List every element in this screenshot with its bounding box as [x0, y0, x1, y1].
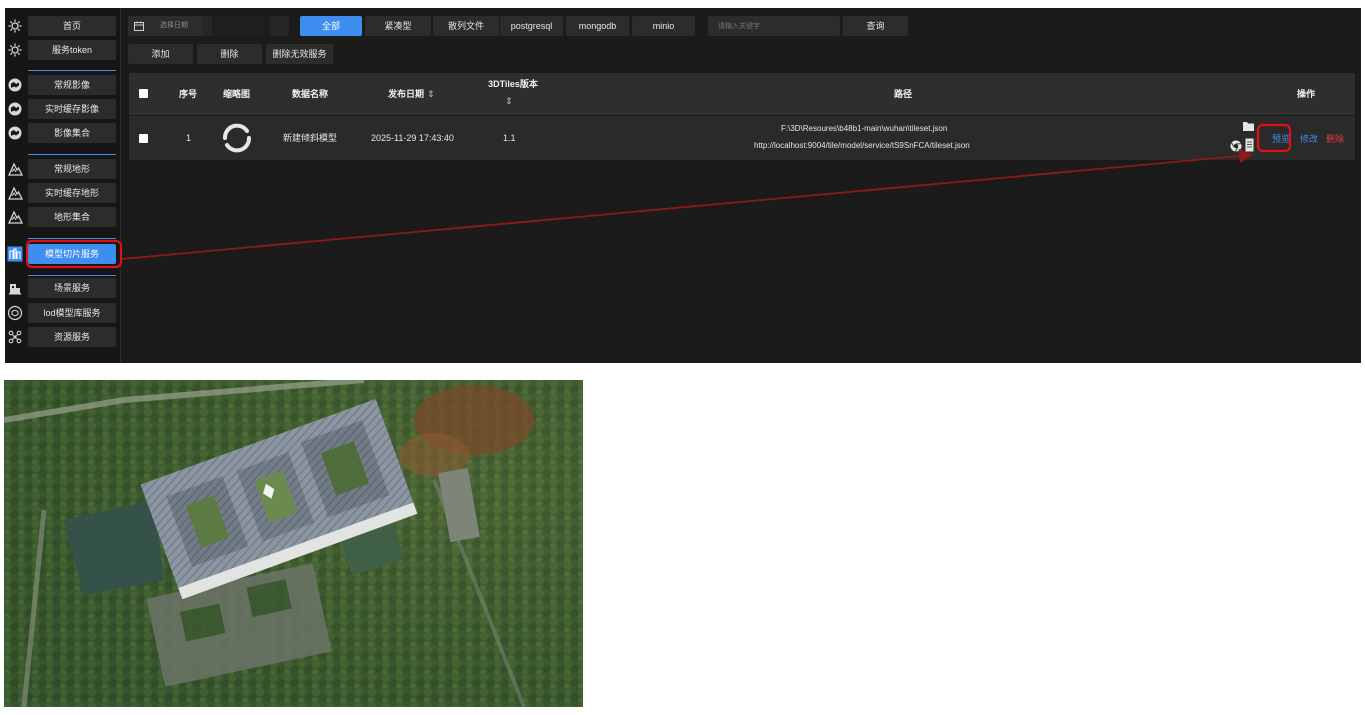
row-checkbox[interactable] [139, 134, 148, 143]
date-range-end-field[interactable] [212, 16, 270, 36]
group-divider [28, 238, 116, 239]
header-date[interactable]: 发布日期 ⇕ [388, 73, 435, 115]
terrain-icon [7, 161, 23, 177]
sidebar-item-label[interactable]: 影像集合 [28, 123, 116, 143]
satellite-scene [4, 380, 583, 707]
row-name: 新建倾斜模型 [283, 133, 338, 143]
folder-icon[interactable] [1243, 121, 1254, 131]
terrain-icon [7, 209, 23, 225]
header-version: 3DTiles版本 [488, 79, 538, 89]
filter-minio[interactable]: minio [632, 16, 695, 36]
model-tile-icon [7, 246, 23, 262]
sidebar-item-regular-terrain[interactable]: 常规地形 [5, 159, 121, 179]
search-button[interactable]: 查询 [843, 16, 908, 36]
sidebar: 首页 服务token 常规影像 实时缓存影像 影像集合 常规地形 实时缓存地形 [5, 8, 121, 363]
resource-icon [7, 329, 23, 345]
delete-link[interactable]: 删除 [1326, 132, 1344, 145]
date-range-end[interactable] [202, 16, 289, 36]
header-date-label: 发布日期 [388, 89, 425, 99]
sidebar-item-label[interactable]: 常规地形 [28, 159, 116, 179]
sidebar-item-label[interactable]: 模型切片服务 [28, 244, 116, 264]
date-picker[interactable]: 选择日期 [128, 16, 211, 36]
table-header: 序号 缩略图 数据名称 发布日期 ⇕ 3DTiles版本 ⇕ 路径 操作 [129, 73, 1355, 115]
sidebar-item-model-tile-service[interactable]: 模型切片服务 [5, 244, 121, 264]
sidebar-item-resource-service[interactable]: 资源服务 [5, 327, 121, 347]
select-all-checkbox[interactable] [139, 89, 148, 98]
chrome-icon[interactable] [1230, 140, 1242, 152]
delete-invalid-services-button[interactable]: 删除无效服务 [266, 44, 333, 64]
sidebar-item-label[interactable]: 地形集合 [28, 207, 116, 227]
table-row: 1 新建倾斜模型 2025-11-29 17:43:40 1.1 F:\3D\R… [129, 116, 1355, 160]
group-divider [28, 70, 116, 71]
header-thumbnail: 缩略图 [223, 89, 251, 99]
image-globe-icon [7, 77, 23, 93]
filter-all[interactable]: 全部 [300, 16, 362, 36]
sidebar-item-regular-imagery[interactable]: 常规影像 [5, 75, 121, 95]
app-window: 首页 服务token 常规影像 实时缓存影像 影像集合 常规地形 实时缓存地形 [5, 8, 1361, 363]
sidebar-item-label[interactable]: lod模型库服务 [28, 303, 116, 323]
image-globe-icon [7, 125, 23, 141]
calendar-icon [134, 21, 144, 31]
gear-icon [7, 18, 23, 34]
preview-link[interactable]: 预览 [1272, 132, 1290, 145]
sidebar-item-scene-service[interactable]: 场景服务 [5, 278, 121, 298]
sidebar-item-service-token[interactable]: 服务token [5, 40, 121, 60]
sidebar-item-cache-terrain[interactable]: 实时缓存地形 [5, 183, 121, 203]
header-path: 路径 [894, 89, 913, 99]
sidebar-item-label[interactable]: 资源服务 [28, 327, 116, 347]
keyword-search-input[interactable] [708, 16, 840, 36]
lod-icon [7, 305, 23, 321]
sidebar-item-home[interactable]: 首页 [5, 16, 121, 36]
sidebar-item-label[interactable]: 服务token [28, 40, 116, 60]
image-globe-icon [7, 101, 23, 117]
thumbnail-loading-icon [219, 120, 255, 156]
filter-compact[interactable]: 紧凑型 [365, 16, 431, 36]
add-button[interactable]: 添加 [128, 44, 193, 64]
row-index: 1 [186, 133, 192, 143]
group-divider [28, 154, 116, 155]
sidebar-item-terrain-collection[interactable]: 地形集合 [5, 207, 121, 227]
row-version: 1.1 [503, 133, 516, 143]
filter-mongodb[interactable]: mongodb [566, 16, 629, 36]
filter-hashed-files[interactable]: 散列文件 [433, 16, 499, 36]
terrain-icon [7, 185, 23, 201]
row-path-url[interactable]: http://localhost:9004/tile/model/service… [754, 141, 970, 150]
date-placeholder: 选择日期 [160, 22, 188, 29]
sidebar-item-label[interactable]: 首页 [28, 16, 116, 36]
sidebar-item-label[interactable]: 实时缓存地形 [28, 183, 116, 203]
group-divider [28, 275, 116, 276]
sidebar-item-cache-imagery[interactable]: 实时缓存影像 [5, 99, 121, 119]
delete-button[interactable]: 删除 [197, 44, 262, 64]
scene-icon [7, 280, 23, 296]
header-ops: 操作 [1297, 89, 1316, 99]
sidebar-item-label[interactable]: 场景服务 [28, 278, 116, 298]
gear-icon [7, 42, 23, 58]
sidebar-item-imagery-collection[interactable]: 影像集合 [5, 123, 121, 143]
edit-link[interactable]: 修改 [1300, 132, 1318, 145]
filter-postgresql[interactable]: postgresql [500, 16, 563, 36]
copy-doc-icon[interactable] [1245, 138, 1254, 152]
row-path-local: F:\3D\Resoures\b48b1-main\wuhan\tileset.… [781, 124, 948, 133]
sidebar-item-label[interactable]: 实时缓存影像 [28, 99, 116, 119]
header-name: 数据名称 [292, 89, 329, 99]
sort-icon[interactable]: ⇕ [427, 89, 435, 99]
header-index: 序号 [179, 89, 198, 99]
row-date: 2025-11-29 17:43:40 [371, 133, 454, 143]
sidebar-item-lod-model-library[interactable]: lod模型库服务 [5, 303, 121, 323]
model-preview-image [4, 380, 583, 707]
sidebar-item-label[interactable]: 常规影像 [28, 75, 116, 95]
